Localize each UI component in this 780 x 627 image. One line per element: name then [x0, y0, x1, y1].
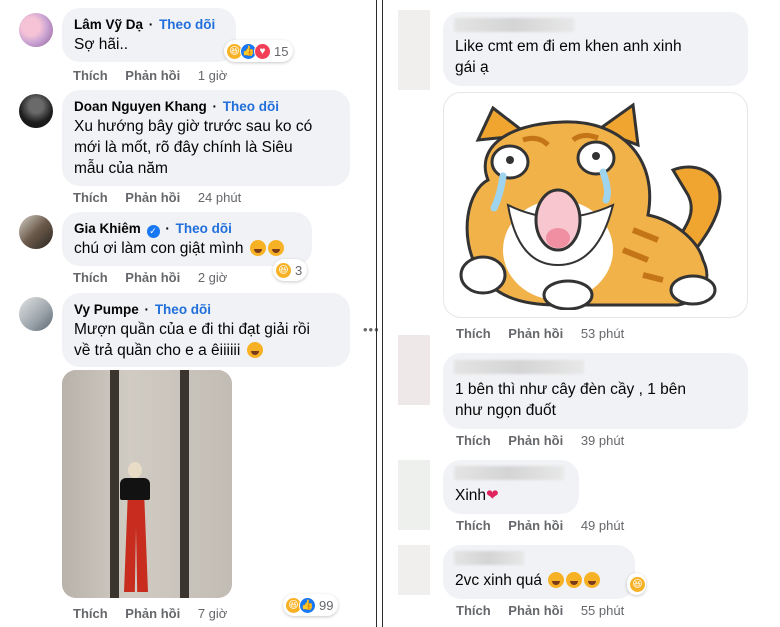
- comment-bubble: Gia Khiêm ✓ · Theo dõi chú ơi làm con gi…: [62, 212, 312, 266]
- like-button[interactable]: Thích: [456, 326, 491, 341]
- comment-actions: Thích Phản hồi 7 giờ: [73, 606, 241, 621]
- reaction-summary[interactable]: 😆 👍 ♥ 15: [224, 40, 294, 62]
- comment-text: 2vc xinh quá: [455, 572, 543, 589]
- more-icon[interactable]: •••: [363, 322, 380, 337]
- laughing-emoji-icon: [249, 240, 266, 256]
- comment-actions: Thích Phản hồi 49 phút: [456, 518, 638, 533]
- avatar[interactable]: [19, 13, 53, 47]
- wall-pole: [110, 370, 119, 598]
- like-button[interactable]: Thích: [73, 68, 108, 83]
- comment-actions: Thích Phản hồi 39 phút: [456, 433, 638, 448]
- timestamp[interactable]: 39 phút: [581, 433, 624, 448]
- heart-icon: ❤: [486, 487, 499, 504]
- like-button[interactable]: Thích: [456, 433, 491, 448]
- redacted-author-name: [454, 18, 574, 32]
- redacted-avatar: [398, 10, 430, 90]
- like-button[interactable]: Thích: [73, 270, 108, 285]
- comment-actions: Thích Phản hồi 2 giờ: [73, 270, 241, 285]
- comment-text-line: 1 bên thì như cây đèn cầy , 1 bên: [455, 381, 686, 398]
- follow-link[interactable]: Theo dõi: [159, 17, 215, 32]
- like-button[interactable]: Thích: [456, 518, 491, 533]
- cat-sticker: [459, 102, 722, 310]
- reply-button[interactable]: Phản hồi: [125, 190, 180, 205]
- comment-text-line: gái ạ: [455, 59, 489, 76]
- redacted-author-name: [454, 466, 564, 480]
- laughing-emoji-icon: [267, 240, 284, 256]
- comment-text-line: về trả quần cho e a êiiiiii: [74, 342, 241, 359]
- redacted-avatar: [398, 545, 430, 595]
- reaction-count: 99: [319, 597, 334, 613]
- comment-text-line: như ngọn đuốt: [455, 402, 556, 419]
- divider: [382, 0, 383, 627]
- reaction-summary[interactable]: 😆 3: [273, 259, 308, 281]
- reaction-summary[interactable]: 😆: [627, 573, 646, 595]
- like-button[interactable]: Thích: [456, 603, 491, 618]
- reply-button[interactable]: Phản hồi: [125, 68, 180, 83]
- timestamp[interactable]: 2 giờ: [198, 270, 228, 285]
- reply-button[interactable]: Phản hồi: [125, 606, 180, 621]
- laughing-emoji-icon: [246, 342, 263, 358]
- verified-icon: ✓: [146, 225, 160, 238]
- comment-bubble: Lâm Vỹ Dạ · Theo dõi Sợ hãi..: [62, 8, 236, 62]
- redacted-avatar: [398, 460, 430, 530]
- timestamp[interactable]: 53 phút: [581, 326, 624, 341]
- comment-actions: Thích Phản hồi 24 phút: [73, 190, 255, 205]
- left-comment-panel: Lâm Vỹ Dạ · Theo dõi Sợ hãi.. 😆 👍 ♥ 15 T…: [0, 0, 370, 627]
- photo-person-head: [128, 462, 142, 478]
- haha-icon: 😆: [629, 575, 646, 593]
- timestamp[interactable]: 55 phút: [581, 603, 624, 618]
- reply-button[interactable]: Phản hồi: [508, 603, 563, 618]
- comment-text-line: Mượn quần của e đi thi đạt giải rồi: [74, 321, 310, 338]
- follow-link[interactable]: Theo dõi: [223, 99, 279, 114]
- avatar[interactable]: [19, 215, 53, 249]
- comment-text-line: Xu hướng bây giờ trước sau ko có: [74, 118, 313, 135]
- comment-bubble: Doan Nguyen Khang · Theo dõi Xu hướng bâ…: [62, 90, 350, 186]
- comment-text: Xinh: [455, 487, 487, 504]
- timestamp[interactable]: 24 phút: [198, 190, 241, 205]
- photo-person-top: [120, 478, 150, 500]
- like-icon: 👍: [299, 596, 316, 614]
- comment-text: Sợ hãi..: [74, 36, 129, 53]
- follow-link[interactable]: Theo dõi: [176, 221, 232, 236]
- comment-bubble: Vy Pumpe · Theo dõi Mượn quần của e đi t…: [62, 293, 350, 367]
- timestamp[interactable]: 49 phút: [581, 518, 624, 533]
- comment-actions: Thích Phản hồi 55 phút: [456, 603, 638, 618]
- comment-text: chú ơi làm con giật mình: [74, 240, 244, 257]
- timestamp[interactable]: 1 giờ: [198, 68, 228, 83]
- like-button[interactable]: Thích: [73, 606, 108, 621]
- comment-text-line: Like cmt em đi em khen anh xinh: [455, 38, 682, 55]
- care-icon: ♥: [254, 42, 271, 60]
- redacted-author-name: [454, 551, 524, 565]
- author-name[interactable]: Doan Nguyen Khang: [74, 99, 207, 114]
- timestamp[interactable]: 7 giờ: [198, 606, 228, 621]
- reply-button[interactable]: Phản hồi: [508, 326, 563, 341]
- laughing-emoji-icon: [548, 572, 565, 588]
- reply-button[interactable]: Phản hồi: [125, 270, 180, 285]
- haha-icon: 😆: [275, 261, 292, 279]
- laughing-emoji-icon: [584, 572, 601, 588]
- reaction-count: 3: [295, 262, 303, 278]
- comment-actions: Thích Phản hồi 53 phút: [456, 326, 638, 341]
- avatar[interactable]: [19, 94, 53, 128]
- reaction-summary[interactable]: 😆 👍 99: [283, 594, 339, 616]
- author-name[interactable]: Lâm Vỹ Dạ: [74, 17, 143, 32]
- follow-link[interactable]: Theo dõi: [155, 302, 211, 317]
- comment-text-line: mẫu của năm: [74, 160, 168, 177]
- reply-button[interactable]: Phản hồi: [508, 518, 563, 533]
- reply-button[interactable]: Phản hồi: [508, 433, 563, 448]
- author-name[interactable]: Gia Khiêm: [74, 221, 141, 236]
- wall-pole: [180, 370, 189, 598]
- comment-actions: Thích Phản hồi 1 giờ: [73, 68, 241, 83]
- redacted-avatar: [398, 335, 430, 405]
- reaction-count: 15: [274, 43, 289, 59]
- author-name[interactable]: Vy Pumpe: [74, 302, 139, 317]
- redacted-author-name: [454, 360, 584, 374]
- laughing-emoji-icon: [566, 572, 583, 588]
- like-button[interactable]: Thích: [73, 190, 108, 205]
- comment-text-line: mới là mốt, rõ đây chính là Siêu: [74, 139, 293, 156]
- avatar[interactable]: [19, 297, 53, 331]
- divider: [376, 0, 377, 627]
